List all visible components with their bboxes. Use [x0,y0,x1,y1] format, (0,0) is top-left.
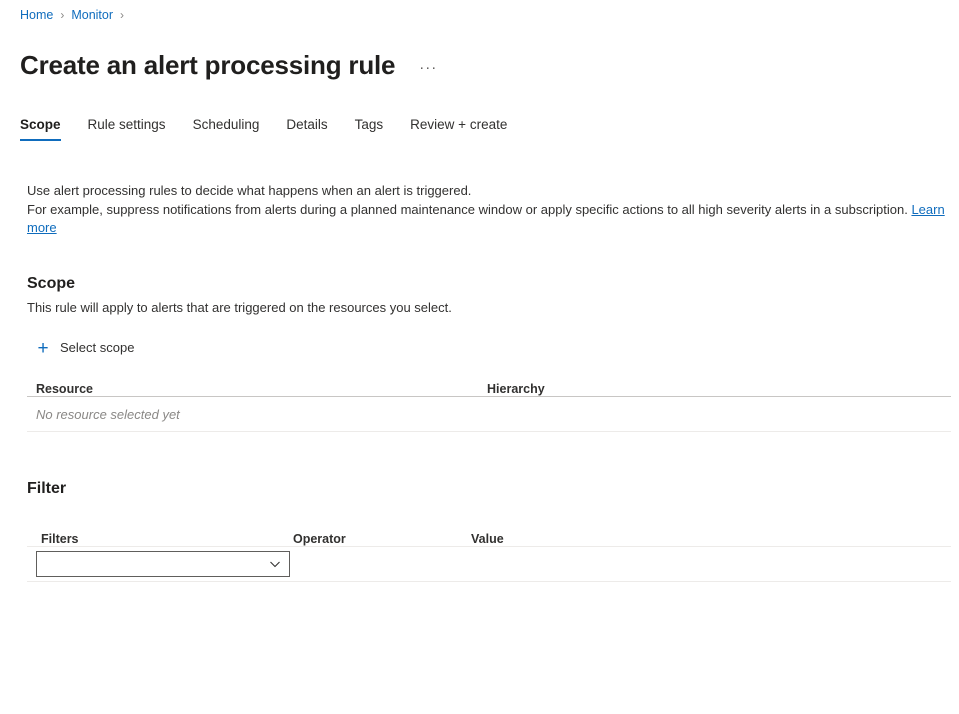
column-header-resource: Resource [27,382,487,396]
scope-section-description: This rule will apply to alerts that are … [27,299,452,317]
breadcrumb-separator-icon: › [120,7,124,24]
breadcrumb: Home › Monitor › [20,7,131,24]
select-scope-button[interactable]: + Select scope [33,337,134,359]
filter-section-heading: Filter [27,478,66,500]
tab-tags[interactable]: Tags [355,116,384,141]
resource-grid-header: Resource Hierarchy [27,374,951,397]
column-header-filters: Filters [27,532,293,546]
breadcrumb-item-monitor[interactable]: Monitor [71,7,113,24]
resource-empty-text: No resource selected yet [27,407,487,422]
filter-select-cell [27,551,293,577]
breadcrumb-item-home[interactable]: Home [20,7,53,24]
resource-grid: Resource Hierarchy No resource selected … [27,374,951,432]
scope-section-heading: Scope [27,273,75,295]
intro-line-2: For example, suppress notifications from… [27,202,911,217]
column-header-value: Value [471,532,771,546]
table-row [27,547,951,582]
intro-description: Use alert processing rules to decide wha… [27,182,950,238]
filter-type-dropdown[interactable] [36,551,290,577]
page-title-row: Create an alert processing rule ··· [20,32,441,99]
select-scope-label: Select scope [60,339,134,357]
tab-review-create[interactable]: Review + create [410,116,507,141]
tab-scheduling[interactable]: Scheduling [193,116,260,141]
tab-bar: Scope Rule settings Scheduling Details T… [20,116,534,146]
table-row: No resource selected yet [27,397,951,432]
chevron-down-icon [269,558,281,570]
plus-icon: + [33,339,53,358]
column-header-operator: Operator [293,532,471,546]
tab-scope[interactable]: Scope [20,116,61,141]
page-title: Create an alert processing rule [20,49,395,81]
tab-rule-settings[interactable]: Rule settings [88,116,166,141]
filter-grid: Filters Operator Value [27,524,951,582]
filter-grid-header: Filters Operator Value [27,524,951,547]
breadcrumb-separator-icon: › [60,7,64,24]
ellipsis-icon[interactable]: ··· [415,58,441,78]
intro-line-1: Use alert processing rules to decide wha… [27,183,471,198]
tab-details[interactable]: Details [286,116,327,141]
column-header-hierarchy: Hierarchy [487,382,787,396]
